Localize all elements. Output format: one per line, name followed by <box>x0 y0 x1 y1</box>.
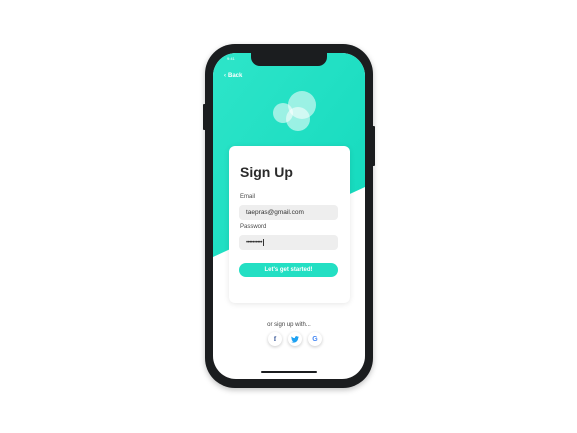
signup-card: Sign Up Email taepras@gmail.com Password… <box>229 146 350 303</box>
twitter-button[interactable] <box>288 332 302 346</box>
back-button[interactable]: ‹ Back <box>224 73 242 79</box>
status-time: 9:41 <box>227 56 235 61</box>
password-label: Password <box>240 224 267 230</box>
side-button-left <box>203 104 206 130</box>
text-caret <box>263 239 264 246</box>
facebook-button[interactable]: f <box>268 332 282 346</box>
back-label: Back <box>228 73 243 79</box>
social-signup-prompt: or sign up with... <box>267 322 311 328</box>
email-field[interactable]: taepras@gmail.com <box>239 205 338 220</box>
phone-screen: 9:41 ‹ Back Sign Up Email taepras@gmail.… <box>213 53 365 379</box>
google-icon: G <box>312 335 318 343</box>
twitter-icon <box>291 335 299 343</box>
password-field[interactable]: •••••••••• <box>239 235 338 250</box>
side-button-right <box>372 126 375 166</box>
social-buttons: f G <box>268 332 322 346</box>
get-started-button[interactable]: Let's get started! <box>239 263 338 277</box>
page-title: Sign Up <box>240 164 293 180</box>
email-value: taepras@gmail.com <box>246 209 304 216</box>
home-indicator <box>261 371 317 373</box>
phone-frame: 9:41 ‹ Back Sign Up Email taepras@gmail.… <box>203 44 375 388</box>
google-button[interactable]: G <box>308 332 322 346</box>
camera-notch <box>251 53 327 66</box>
facebook-icon: f <box>273 335 277 343</box>
app-logo <box>273 91 316 131</box>
chevron-left-icon: ‹ <box>224 73 226 79</box>
password-value: •••••••••• <box>246 239 263 246</box>
email-label: Email <box>240 194 256 200</box>
